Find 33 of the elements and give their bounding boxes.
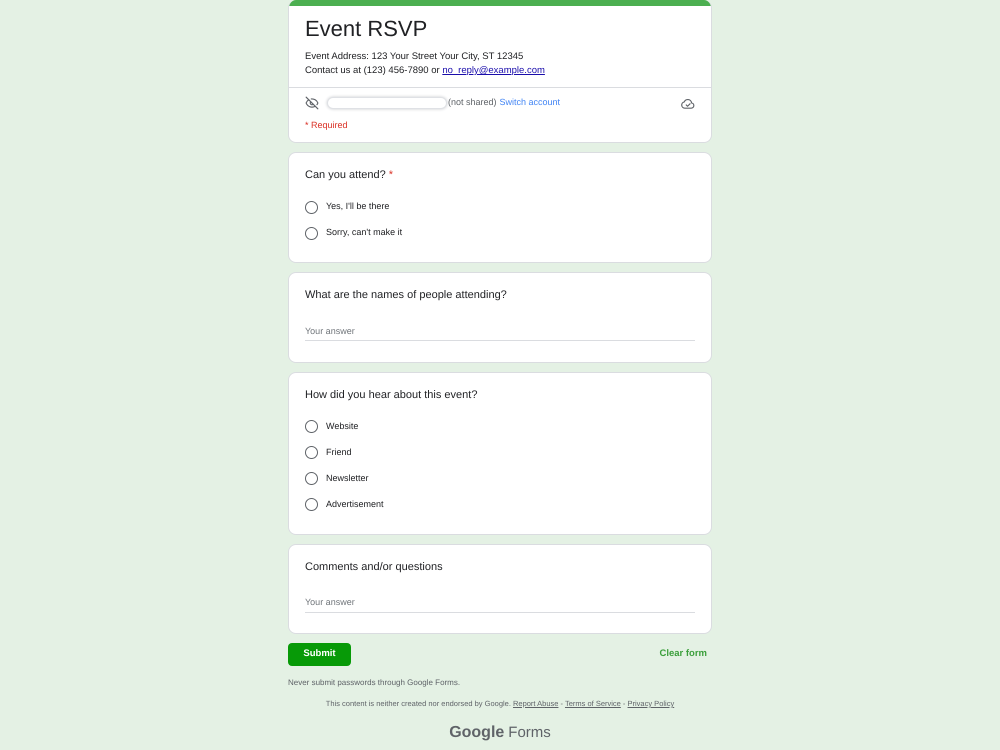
question-title: What are the names of people attending? xyxy=(305,288,507,303)
option-label: Sorry, can't make it xyxy=(326,226,402,240)
logo-product-name: Forms xyxy=(508,723,551,743)
option-label: Website xyxy=(326,420,358,433)
option-label: Newsletter xyxy=(326,472,369,485)
question-title: Can you attend? xyxy=(305,168,386,183)
form-title: Event RSVP xyxy=(305,17,428,41)
submit-button[interactable]: Submit xyxy=(288,643,351,666)
password-warning: Never submit passwords through Google Forms. xyxy=(288,677,462,689)
radio-button[interactable] xyxy=(305,420,318,433)
logo-wordmark: Google xyxy=(449,723,504,743)
option-label: Advertisement xyxy=(326,498,384,511)
description-text: Contact us at (123) 456-7890 or no_reply@example.com xyxy=(305,64,546,78)
required-asterisk: * xyxy=(388,168,394,183)
radio-button[interactable] xyxy=(305,498,318,511)
clear-form-button[interactable]: Clear form xyxy=(659,643,707,666)
option-label: Yes, I'll be there xyxy=(326,200,390,214)
answer-field[interactable]: Your answer xyxy=(305,321,695,341)
description-text: Event Address: 123 Your Street Your City, ST 12345 xyxy=(305,50,524,64)
required-note: * Required xyxy=(305,119,349,132)
answer-field[interactable]: Your answer xyxy=(305,592,695,612)
radio-button[interactable] xyxy=(305,446,318,459)
hidden-eye-icon xyxy=(305,96,319,110)
email-link[interactable]: no_reply@example.com xyxy=(442,65,545,76)
radio-button[interactable] xyxy=(305,200,318,214)
radio-button[interactable] xyxy=(305,472,318,485)
question-title: How did you hear about this event? xyxy=(305,388,478,402)
radio-button[interactable] xyxy=(305,226,318,240)
switch-account-link[interactable]: Switch account xyxy=(500,96,560,110)
not-shared-text: (not shared) xyxy=(448,96,497,110)
cloud-check-icon[interactable] xyxy=(681,98,695,108)
question-title: Comments and/or questions xyxy=(305,560,443,574)
option-label: Friend xyxy=(326,446,352,459)
